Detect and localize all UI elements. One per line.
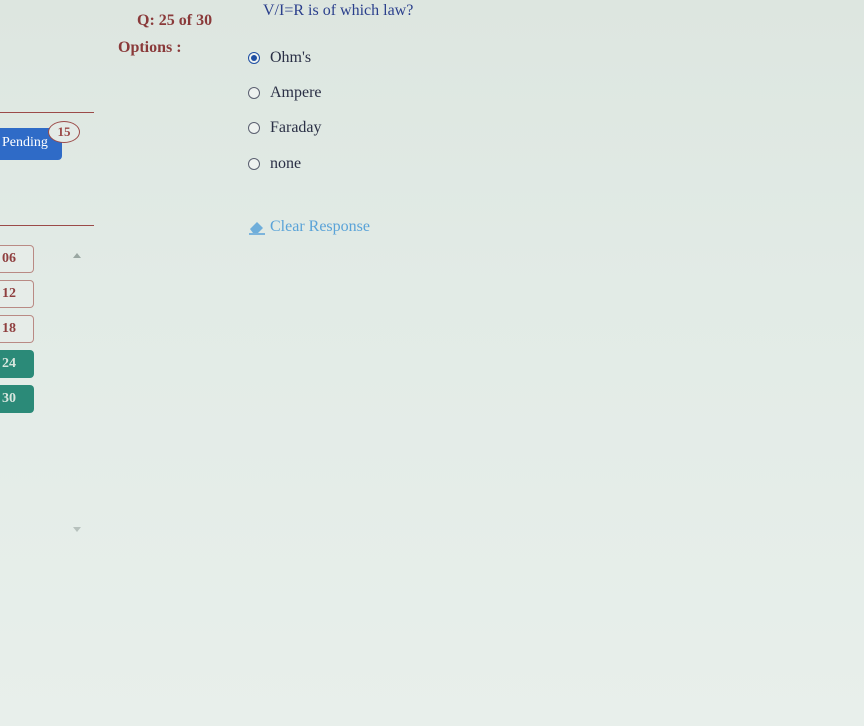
page-button-12[interactable]: 12 — [0, 280, 34, 308]
options-heading: Options : — [118, 39, 182, 56]
page-button-06[interactable]: 06 — [0, 245, 34, 273]
clear-response-label: Clear Response — [270, 218, 370, 235]
option-label: Ohm's — [270, 49, 312, 66]
scroll-up-icon[interactable] — [73, 253, 81, 258]
question-counter: Q: 25 of 30 — [137, 12, 213, 29]
option-none[interactable]: none — [248, 153, 301, 175]
question-text: V/I=R is of which law? — [263, 2, 414, 19]
question-sidebar: Pending 15 06 12 18 24 30 — [0, 0, 100, 726]
sidebar-divider-top — [0, 112, 94, 113]
pending-count-badge: 15 — [48, 121, 80, 143]
radio-empty-icon[interactable] — [248, 158, 260, 170]
option-ampere[interactable]: Ampere — [248, 82, 322, 104]
scroll-down-icon[interactable] — [73, 527, 81, 532]
radio-selected-icon[interactable] — [248, 52, 260, 64]
exam-page: Pending 15 06 12 18 24 30 Q: 25 of 30 V/… — [0, 0, 864, 726]
pending-label: Pending — [2, 135, 48, 150]
option-label: none — [270, 155, 302, 172]
option-label: Faraday — [270, 119, 322, 136]
eraser-icon — [249, 222, 265, 235]
radio-empty-icon[interactable] — [248, 87, 260, 99]
sidebar-divider-bottom — [0, 225, 94, 226]
option-label: Ampere — [270, 84, 322, 101]
page-button-30[interactable]: 30 — [0, 385, 34, 413]
radio-empty-icon[interactable] — [248, 122, 260, 134]
option-faraday[interactable]: Faraday — [248, 117, 322, 139]
option-ohms[interactable]: Ohm's — [248, 47, 311, 69]
clear-response-button[interactable]: Clear Response — [248, 218, 370, 236]
page-button-18[interactable]: 18 — [0, 315, 34, 343]
page-button-24[interactable]: 24 — [0, 350, 34, 378]
